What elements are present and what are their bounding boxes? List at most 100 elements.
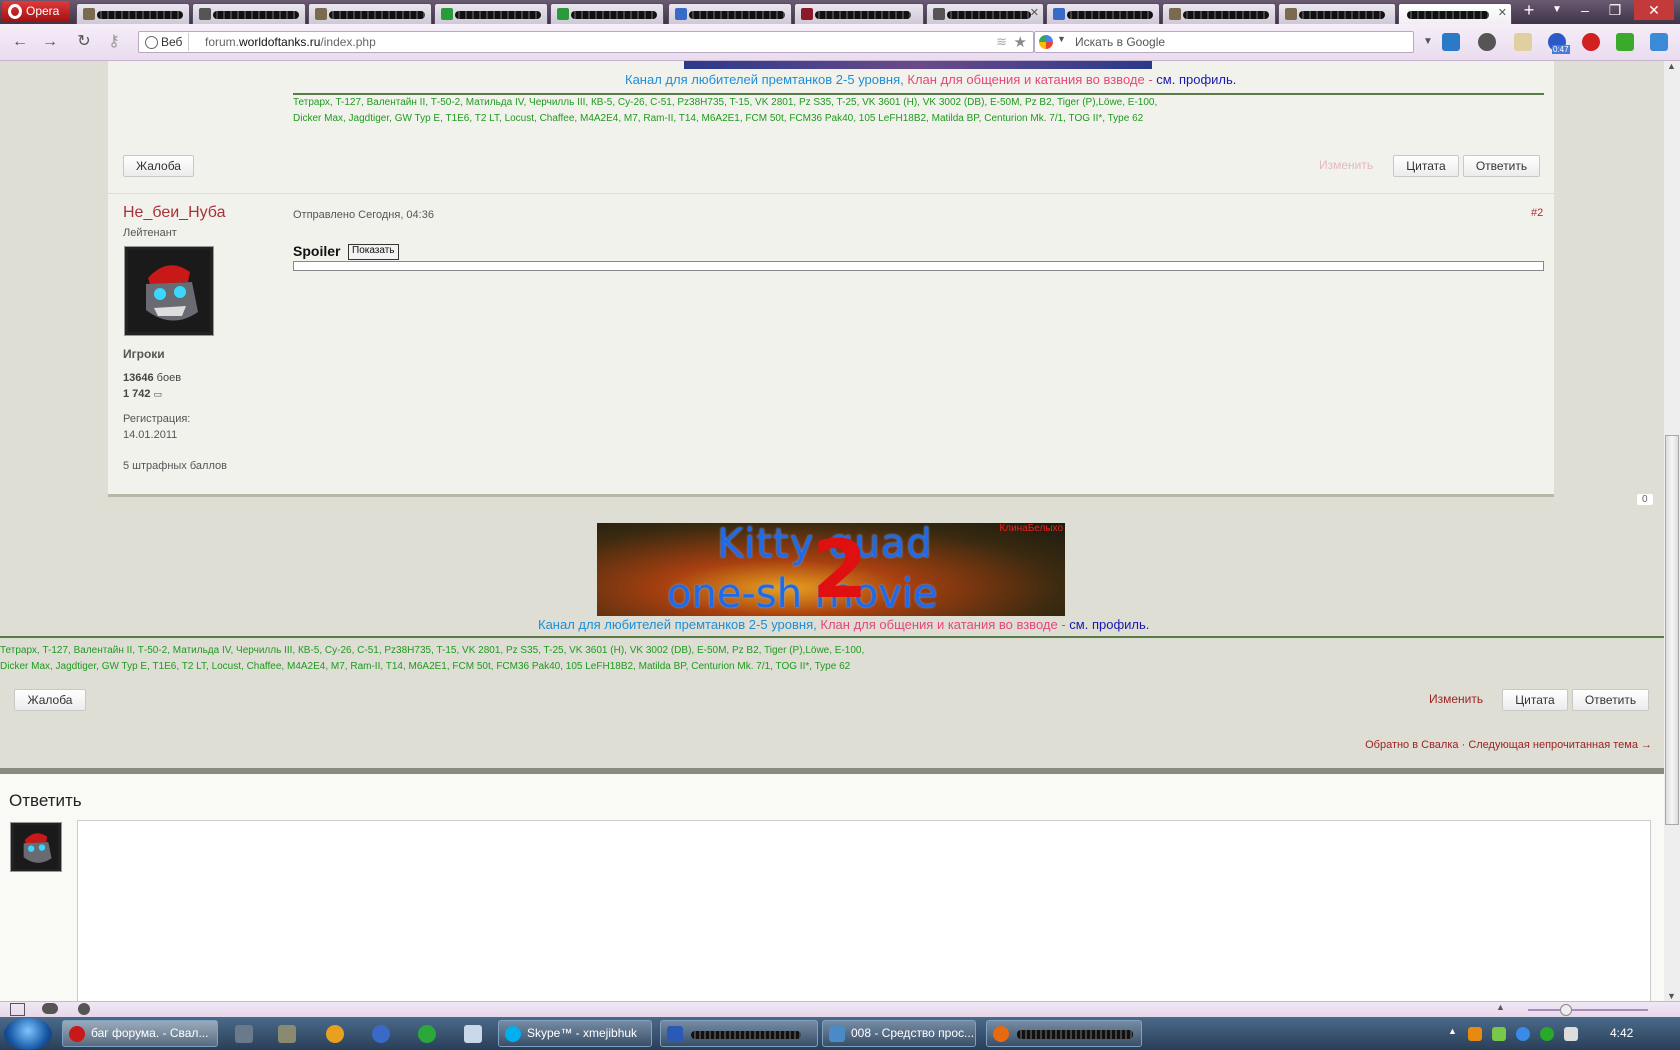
tab-favicon-icon — [199, 8, 211, 20]
key-icon[interactable]: ⚷ — [104, 32, 124, 52]
browser-tab[interactable] — [550, 3, 664, 24]
tray-skype-icon[interactable] — [1516, 1027, 1530, 1041]
tab-favicon-icon — [801, 8, 813, 20]
image-viewer-icon — [829, 1026, 845, 1042]
search-engine-dropdown-icon[interactable]: ▼ — [1057, 34, 1066, 44]
browser-tab[interactable] — [1046, 3, 1160, 24]
signature-channel-link[interactable]: Канал для любителей премтанков 2-5 уровн… — [538, 617, 817, 632]
view-menu-icon[interactable]: ▲ — [1496, 1002, 1505, 1012]
app-icon[interactable] — [278, 1025, 296, 1043]
forward-icon[interactable]: → — [40, 32, 60, 52]
extension-icon[interactable] — [1650, 33, 1668, 51]
browser-tab[interactable] — [668, 3, 792, 24]
cloud-icon[interactable] — [42, 1003, 58, 1014]
minimize-icon[interactable]: – — [1570, 0, 1600, 20]
tab-title-redacted — [571, 11, 657, 19]
scroll-down-icon[interactable]: ▼ — [1667, 991, 1676, 1001]
report-button[interactable]: Жалоба — [123, 155, 194, 177]
zoom-slider-handle[interactable] — [1560, 1004, 1572, 1016]
close-window-icon[interactable]: ✕ — [1634, 0, 1674, 20]
signature-text: Канал для любителей премтанков 2-5 уровн… — [625, 72, 1236, 87]
reply-button[interactable]: Ответить — [1463, 155, 1540, 177]
browser-tab[interactable] — [434, 3, 548, 24]
new-tab-icon[interactable]: + — [1514, 0, 1544, 20]
app-icon[interactable] — [235, 1025, 253, 1043]
translate-icon[interactable] — [1442, 33, 1460, 51]
spoiler-show-button[interactable]: Показать — [348, 244, 399, 260]
taskbar-task[interactable]: 008 - Средство прос... — [822, 1020, 976, 1047]
signature-channel-link[interactable]: Канал для любителей премтанков 2-5 уровн… — [625, 72, 904, 87]
browser-tab[interactable] — [192, 3, 306, 24]
post-author-name[interactable]: Не_беи_Нуба — [123, 204, 226, 222]
notepad-icon[interactable] — [464, 1025, 482, 1043]
taskbar-task[interactable] — [660, 1020, 818, 1047]
panel-toggle-icon[interactable] — [10, 1003, 25, 1016]
quote-button[interactable]: Цитата — [1502, 689, 1568, 711]
avatar[interactable] — [124, 246, 214, 336]
comment-bubble-icon: ▭ — [153, 389, 163, 399]
reload-icon[interactable]: ↻ — [74, 32, 94, 52]
rss-icon[interactable]: ≋ — [996, 34, 1007, 50]
reply-editor[interactable] — [77, 820, 1651, 1001]
firefox-icon — [993, 1026, 1009, 1042]
tab-favicon-icon — [315, 8, 327, 20]
download-icon[interactable] — [1616, 33, 1634, 51]
status-bar: ▲ — [0, 1001, 1680, 1018]
browser-tab-active[interactable]: ✕ — [1398, 3, 1512, 24]
speed-dial-icon[interactable] — [78, 1003, 90, 1015]
lightbulb-icon[interactable] — [1478, 33, 1496, 51]
posts-number: 1 742 — [123, 388, 151, 400]
taskbar-task[interactable]: баг форума. - Свал... — [62, 1020, 218, 1047]
signature-tanks-list: Тетрарх, T-127, Валентайн II, Т-50-2, Ма… — [0, 643, 864, 675]
close-tab-icon[interactable]: ✕ — [1030, 6, 1039, 19]
browser-tab[interactable] — [76, 3, 190, 24]
browser-tab[interactable] — [1278, 3, 1396, 24]
browser-tab[interactable] — [308, 3, 432, 24]
quote-button[interactable]: Цитата — [1393, 155, 1459, 177]
back-to-section-link[interactable]: Обратно в Свалка — [1365, 739, 1458, 751]
report-button[interactable]: Жалоба — [14, 689, 86, 711]
opera-menu-label: Opera — [26, 4, 60, 18]
close-tab-icon[interactable]: ✕ — [1498, 6, 1507, 19]
start-button[interactable] — [4, 1018, 52, 1050]
tab-menu-chevron-icon[interactable]: ▼ — [1542, 0, 1572, 20]
taskbar-task[interactable] — [986, 1020, 1142, 1047]
tray-app-icon[interactable] — [1468, 1027, 1482, 1041]
app-icon[interactable] — [372, 1025, 390, 1043]
clock[interactable]: 4:42 — [1610, 1017, 1633, 1050]
scrollbar-thumb[interactable] — [1665, 435, 1679, 825]
tray-expand-icon[interactable]: ▲ — [1448, 1026, 1457, 1036]
edit-link[interactable]: Изменить — [1429, 692, 1483, 706]
signature-profile-link[interactable]: профиль. — [1179, 72, 1236, 87]
mail-icon[interactable]: 0:47 — [1548, 33, 1570, 54]
search-box[interactable]: ▼ Искать в Google — [1034, 31, 1414, 53]
zoom-slider[interactable] — [1528, 1009, 1648, 1011]
restore-icon[interactable]: ❐ — [1600, 0, 1630, 20]
browser-tab[interactable] — [794, 3, 924, 24]
app-icon[interactable] — [326, 1025, 344, 1043]
tray-app-icon[interactable] — [1492, 1027, 1506, 1041]
utorrent-icon[interactable] — [418, 1025, 436, 1043]
web-security-chip[interactable]: Веб — [141, 33, 190, 51]
opera-menu-button[interactable]: Opera — [2, 1, 70, 22]
reply-button[interactable]: Ответить — [1572, 689, 1649, 711]
tray-app-icon[interactable] — [1540, 1027, 1554, 1041]
address-bar[interactable]: Веб forum.worldoftanks.ru/index.php ≋ ★ — [138, 31, 1034, 53]
browser-tab[interactable]: ✕ — [926, 3, 1044, 24]
network-icon[interactable] — [1564, 1027, 1578, 1041]
signature-see-text: см. — [1069, 617, 1089, 632]
tab-favicon-icon — [933, 8, 945, 20]
spoiler-content-box — [293, 261, 1544, 271]
browser-tab[interactable] — [1162, 3, 1276, 24]
history-dropdown-icon[interactable]: ▼ — [1418, 32, 1438, 52]
bookmark-star-icon[interactable]: ★ — [1014, 33, 1027, 51]
folder-icon[interactable] — [1514, 33, 1532, 51]
post-number-link[interactable]: #2 — [1531, 207, 1543, 219]
taskbar-task[interactable]: Skype™ - xmejibhuk — [498, 1020, 652, 1047]
back-icon[interactable]: ← — [10, 32, 30, 52]
signature-profile-link[interactable]: профиль. — [1092, 617, 1149, 632]
url-text[interactable]: forum.worldoftanks.ru/index.php — [205, 32, 376, 52]
scroll-up-icon[interactable]: ▲ — [1667, 61, 1676, 71]
adblock-icon[interactable] — [1582, 33, 1600, 51]
next-unread-topic-link[interactable]: Следующая непрочитанная тема → — [1468, 739, 1652, 751]
